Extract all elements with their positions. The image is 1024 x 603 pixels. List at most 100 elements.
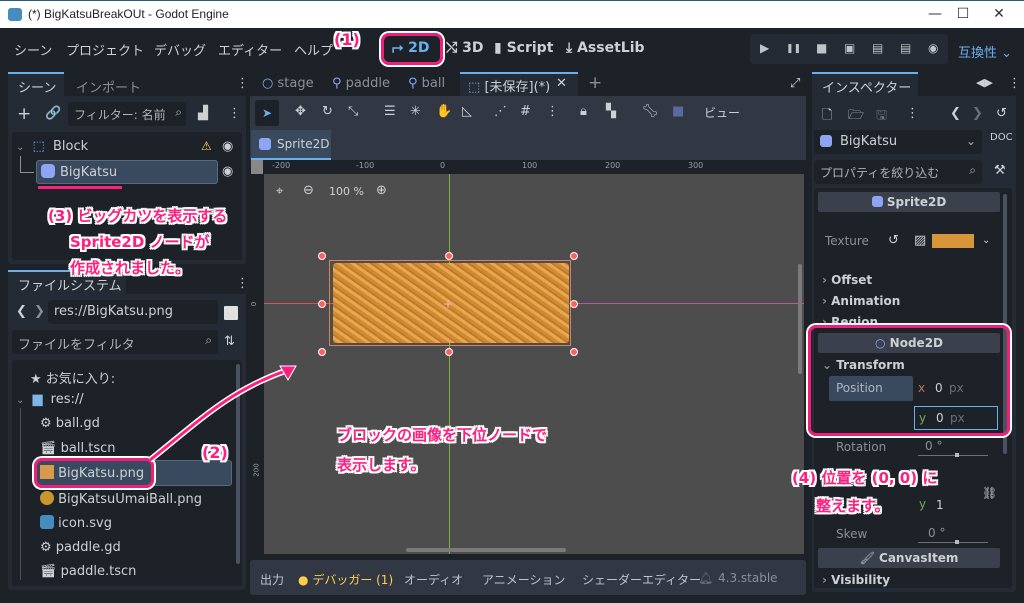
resize-handle[interactable] [318, 300, 326, 308]
tree-item-block[interactable]: ⌄ ⬚ Block [16, 139, 88, 154]
tab-animation[interactable]: アニメーション [482, 571, 566, 588]
scene-tab-ball[interactable]: ⚲ ball [408, 76, 445, 91]
history-forward-icon[interactable]: ❯ [972, 106, 983, 121]
file-item[interactable]: ⚙ ball.gd [40, 416, 100, 431]
scale-tool-icon[interactable]: ⤡ [348, 104, 358, 119]
pivot-tool-icon[interactable]: ✳ [410, 104, 421, 119]
resize-handle[interactable] [318, 252, 326, 260]
section-canvasitem[interactable]: 🖌︎ CanvasItem [818, 548, 1000, 568]
viewport-v-scrollbar[interactable] [798, 264, 802, 374]
pan-tool-icon[interactable]: ✋ [436, 104, 452, 119]
run-current-scene-icon[interactable]: ▤ [872, 41, 883, 55]
viewport-canvas[interactable] [264, 174, 804, 554]
resize-handle[interactable] [445, 252, 453, 260]
smart-snap-icon[interactable]: ⋰ [494, 104, 507, 119]
group-offset[interactable]: › Offset [822, 273, 872, 287]
tree-item-bigkatsu[interactable]: BigKatsu [36, 160, 218, 184]
run-custom-scene-icon[interactable]: ▤ [900, 41, 911, 55]
scene-tab-paddle[interactable]: ⚲ paddle [332, 76, 390, 91]
skew-value[interactable]: 0 ° [928, 526, 945, 540]
viewport-h-scrollbar[interactable] [406, 548, 566, 552]
file-item[interactable]: BigKatsuUmaiBall.png [40, 491, 202, 507]
menu-debug[interactable]: デバッグ [154, 40, 206, 59]
link-icon[interactable]: 🔗 [45, 106, 61, 121]
zoom-in-icon[interactable]: ⊕ [376, 183, 387, 198]
bone-icon[interactable]: 🦴︎ [642, 104, 659, 119]
dock-menu-icon[interactable]: ⋮ [236, 276, 249, 291]
sprite2d-menu[interactable]: Sprite2D [251, 130, 331, 160]
resize-handle[interactable] [570, 252, 578, 260]
scene-filter-input[interactable]: フィルター: 名前 ⌕ [68, 102, 186, 126]
mode-assetlib-button[interactable]: ⤓ AssetLib [566, 40, 645, 56]
group-icon[interactable]: ▚ [606, 104, 616, 119]
file-item[interactable]: icon.svg [40, 515, 112, 531]
save-icon[interactable]: 🖫︎ [876, 106, 887, 128]
res-folder-item[interactable]: ⌄ ▆ res:// [16, 392, 84, 407]
resize-handle[interactable] [445, 348, 453, 356]
menu-help[interactable]: ヘルプ [294, 40, 333, 59]
resize-handle[interactable] [318, 348, 326, 356]
menu-project[interactable]: プロジェクト [66, 40, 144, 59]
new-resource-icon[interactable]: 🗋︎ [822, 106, 832, 128]
stop-icon[interactable]: ■ [816, 41, 827, 55]
dock-move-icon[interactable]: ◀▶ [976, 76, 993, 89]
lock-icon[interactable]: 🔒︎ [580, 104, 587, 119]
tab-audio[interactable]: オーディオ [404, 571, 463, 588]
movie-maker-icon[interactable]: ◉ [928, 41, 938, 55]
menu-editor[interactable]: エディター [218, 40, 282, 59]
remote-debug-icon[interactable]: ▣ [844, 41, 855, 55]
favorites-item[interactable]: ★ お気に入り: [30, 368, 115, 387]
mode-script-button[interactable]: ▮ Script [494, 40, 553, 56]
mode-3d-button[interactable]: ⤭ 3D [446, 40, 483, 56]
split-mode-icon[interactable] [224, 306, 238, 320]
revert-icon[interactable]: ↺ [888, 233, 899, 248]
grid-snap-icon[interactable]: # [520, 104, 531, 119]
texture-edit-icon[interactable]: ▨ [914, 233, 926, 248]
zoom-out-icon[interactable]: ⊖ [303, 183, 314, 198]
group-visibility[interactable]: › Visibility [822, 573, 890, 587]
group-region[interactable]: › Region [822, 315, 878, 325]
dock-menu-icon[interactable]: ⋮ [236, 76, 249, 91]
tab-debugger[interactable]: ● デバッガー (1) [298, 571, 393, 588]
notification-bell-icon[interactable]: 🔔︎ [698, 571, 713, 585]
close-tab-icon[interactable]: ✕ [556, 76, 567, 91]
zoom-level[interactable]: 100 % [329, 185, 364, 198]
warning-icon[interactable]: ⚠ [201, 139, 212, 153]
scene-tab-stage[interactable]: ○ stage [262, 76, 314, 91]
tab-shader-editor[interactable]: シェーダーエディター [582, 571, 701, 588]
texture-preview[interactable] [932, 234, 974, 248]
more-icon[interactable]: ⋮ [228, 106, 241, 121]
dock-menu-icon[interactable]: ⋮ [1008, 76, 1021, 91]
skew-slider-handle[interactable] [955, 540, 959, 544]
group-animation[interactable]: › Animation [822, 294, 900, 308]
history-back-icon[interactable]: ❮ [950, 106, 961, 121]
tab-output[interactable]: 出力 [260, 571, 284, 588]
open-folder-icon[interactable]: 🗁︎ [848, 106, 864, 128]
property-filter-input[interactable]: プロパティを絞り込む ⌕ [814, 160, 982, 184]
resize-handle[interactable] [570, 300, 578, 308]
add-tab-icon[interactable]: + [588, 73, 602, 93]
more-icon[interactable]: ⋮ [906, 106, 919, 121]
file-item[interactable]: 🎬︎ paddle.tscn [40, 564, 136, 579]
renderer-compat-dropdown[interactable]: 互換性 ⌄ [958, 42, 1012, 61]
node-selector[interactable]: BigKatsu ⌄ [814, 130, 982, 154]
chevron-down-icon[interactable]: ⌄ [982, 235, 990, 246]
move-tool-icon[interactable]: ✥ [295, 104, 306, 119]
file-item[interactable]: ⚙ paddle.gd [40, 540, 121, 555]
select-tool-icon[interactable]: ➤ [255, 100, 279, 126]
add-node-icon[interactable]: + [17, 104, 31, 124]
menu-scene[interactable]: シーン [14, 40, 52, 59]
center-view-icon[interactable]: ⌖ [276, 184, 283, 199]
resize-handle[interactable] [570, 348, 578, 356]
rotation-value[interactable]: 0 ° [925, 439, 942, 453]
doc-icon[interactable]: DOC [990, 132, 1013, 143]
list-select-icon[interactable]: ☰ [384, 104, 396, 119]
rotate-tool-icon[interactable]: ↻ [322, 104, 333, 119]
path-input[interactable]: res://BigKatsu.png [48, 300, 218, 324]
close-button[interactable]: ✕ [976, 3, 1022, 27]
sort-icon[interactable]: ⇅ [224, 334, 235, 349]
forward-icon[interactable]: ❯ [34, 304, 45, 319]
visibility-icon[interactable]: ◉ [222, 139, 233, 154]
play-icon[interactable]: ▶ [760, 41, 769, 55]
ruler-tool-icon[interactable]: ◺ [462, 104, 472, 119]
